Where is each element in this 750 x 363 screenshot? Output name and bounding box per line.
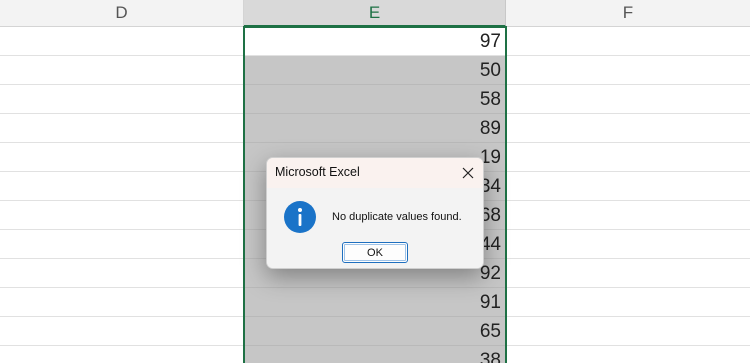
cell-f[interactable] bbox=[506, 201, 750, 230]
cell-f[interactable] bbox=[506, 172, 750, 201]
cell-d[interactable] bbox=[0, 143, 244, 172]
cell-f[interactable] bbox=[506, 56, 750, 85]
cell-e[interactable]: 50 bbox=[245, 56, 505, 85]
spreadsheet: D E F 97 50 58 89 19 34 68 44 92 91 65 38 Microsoft… bbox=[0, 0, 750, 363]
cell-e[interactable]: 38 bbox=[245, 346, 505, 363]
cell-e[interactable]: 89 bbox=[245, 114, 505, 143]
table-row: 65 bbox=[0, 317, 750, 346]
cell-d[interactable] bbox=[0, 317, 244, 346]
dialog-title: Microsoft Excel bbox=[275, 165, 360, 179]
column-header-f[interactable]: F bbox=[506, 0, 750, 27]
cell-d[interactable] bbox=[0, 259, 244, 288]
cell-f[interactable] bbox=[506, 85, 750, 114]
cell-e[interactable]: 91 bbox=[245, 288, 505, 317]
table-row: 58 bbox=[0, 85, 750, 114]
column-header-d[interactable]: D bbox=[0, 0, 244, 27]
cell-f[interactable] bbox=[506, 27, 750, 56]
cell-e[interactable]: 58 bbox=[245, 85, 505, 114]
table-row: 97 bbox=[0, 27, 750, 56]
dialog-titlebar[interactable]: Microsoft Excel bbox=[267, 158, 483, 188]
table-row: 91 bbox=[0, 288, 750, 317]
cell-f[interactable] bbox=[506, 288, 750, 317]
cell-f[interactable] bbox=[506, 346, 750, 363]
cell-e[interactable]: 65 bbox=[245, 317, 505, 346]
dialog-message: No duplicate values found. bbox=[332, 211, 462, 223]
cell-f[interactable] bbox=[506, 259, 750, 288]
cell-d[interactable] bbox=[0, 85, 244, 114]
close-icon[interactable] bbox=[457, 162, 479, 184]
column-header-e[interactable]: E bbox=[244, 0, 506, 27]
cell-d[interactable] bbox=[0, 201, 244, 230]
message-dialog: Microsoft Excel No duplicate values foun… bbox=[266, 157, 484, 269]
info-icon bbox=[284, 201, 316, 233]
cell-d[interactable] bbox=[0, 172, 244, 201]
cell-f[interactable] bbox=[506, 114, 750, 143]
cell-f[interactable] bbox=[506, 143, 750, 172]
cell-d[interactable] bbox=[0, 346, 244, 363]
table-row: 38 bbox=[0, 346, 750, 363]
dialog-body: No duplicate values found. OK bbox=[267, 188, 483, 268]
cell-d[interactable] bbox=[0, 288, 244, 317]
cell-d[interactable] bbox=[0, 56, 244, 85]
table-row: 50 bbox=[0, 56, 750, 85]
cell-d[interactable] bbox=[0, 230, 244, 259]
cell-f[interactable] bbox=[506, 230, 750, 259]
cell-d[interactable] bbox=[0, 114, 244, 143]
table-row: 89 bbox=[0, 114, 750, 143]
ok-button[interactable]: OK bbox=[342, 242, 408, 263]
cell-f[interactable] bbox=[506, 317, 750, 346]
cell-d[interactable] bbox=[0, 27, 244, 56]
active-cell-e[interactable]: 97 bbox=[245, 27, 505, 56]
